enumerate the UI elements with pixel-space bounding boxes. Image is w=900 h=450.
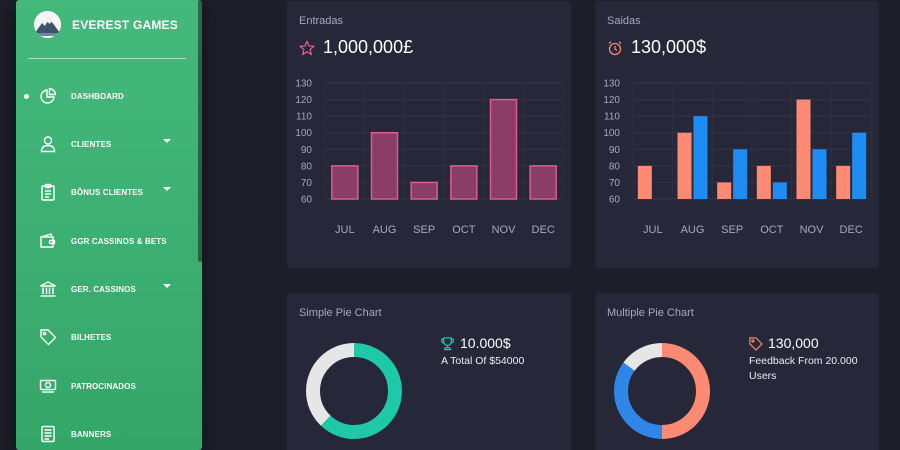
clipboard-icon	[38, 182, 58, 202]
bar	[410, 181, 438, 200]
entradas-card: Entradas 1,000,000£ 60 70 80 90 100 110 120 130…	[287, 1, 571, 268]
y-tick-label: 90	[301, 145, 313, 156]
simple-pie-value: 10.000$	[460, 335, 511, 351]
bar	[370, 131, 399, 200]
multiple-pie-value: 130,000	[768, 335, 819, 351]
y-tick-label: 120	[603, 95, 620, 106]
x-tick-label: JUL	[643, 224, 663, 236]
saidas-bar-chart: 60 70 80 90 100 110 120 130 JUL AUG SEP OCT NOV DEC	[603, 79, 872, 236]
bar	[733, 149, 748, 199]
bar	[637, 165, 652, 199]
chevron-down-icon[interactable]	[163, 187, 171, 191]
mountain-logo-icon	[34, 11, 61, 38]
brand[interactable]: EVEREST GAMES	[34, 11, 178, 38]
x-tick-label: AUG	[373, 224, 397, 236]
bar	[450, 165, 478, 200]
x-tick-label: DEC	[840, 224, 863, 236]
x-tick-label: DEC	[532, 224, 555, 236]
sidebar-item-bonus-clientes[interactable]: BÔNUS CLIENTES	[16, 172, 202, 212]
x-tick-label: SEP	[721, 224, 743, 236]
bar	[677, 132, 692, 199]
chevron-down-icon[interactable]	[163, 284, 171, 288]
sidebar-item-patrocinados[interactable]: PATROCINADOS	[16, 366, 202, 406]
bar	[796, 99, 811, 199]
multiple-pie-card: Multiple Pie Chart 130,000 Feedback From…	[595, 293, 879, 450]
entradas-bar-chart: 60 70 80 90 100 110 120 130 JUL AUG SEP OCT NOV DEC	[295, 79, 564, 236]
y-tick-label: 60	[609, 195, 621, 206]
y-tick-label: 90	[609, 145, 621, 156]
money-icon	[38, 376, 58, 396]
tag-icon	[38, 327, 58, 347]
active-indicator	[24, 93, 29, 99]
trophy-icon	[441, 336, 454, 350]
y-tick-label: 100	[603, 128, 620, 139]
pie-chart-icon	[38, 86, 58, 106]
x-tick-label: AUG	[681, 224, 705, 236]
simple-pie-stat: 10.000$	[440, 335, 511, 351]
multiple-pie-chart	[614, 343, 710, 439]
x-tick-label: SEP	[413, 224, 435, 236]
x-tick-label: NOV	[800, 224, 825, 236]
bar	[693, 116, 708, 199]
simple-pie-chart	[306, 343, 402, 439]
bar	[772, 182, 787, 199]
y-tick-label: 110	[604, 112, 620, 123]
saidas-card: Saidas 130,000$ 60 70 80 90 100 110 120 130 JUL A…	[595, 1, 879, 268]
multiple-pie-subtitle-2: Users	[749, 370, 777, 382]
bar	[331, 165, 359, 200]
tag-icon	[749, 336, 763, 351]
y-tick-label: 70	[301, 178, 313, 189]
x-tick-label: NOV	[492, 224, 517, 236]
sidebar-item-ger-cassinos[interactable]: GER. CASSINOS	[16, 269, 202, 309]
wallet-icon	[38, 231, 58, 251]
sidebar-item-dashboard[interactable]: DASHBOARD	[16, 76, 202, 116]
bar	[756, 165, 771, 199]
y-tick-label: 70	[609, 178, 621, 189]
sidebar-item-label: BILHETES	[71, 332, 112, 342]
document-icon	[38, 424, 58, 444]
bar	[812, 149, 827, 199]
y-tick-label: 110	[296, 112, 312, 123]
bar	[717, 182, 732, 199]
multiple-pie-subtitle: Feedback From 20.000	[749, 355, 858, 367]
y-tick-label: 120	[295, 95, 312, 106]
sidebar-item-label: DASHBOARD	[71, 91, 124, 101]
y-tick-label: 80	[609, 161, 621, 172]
bar	[529, 165, 557, 200]
sidebar-item-label: CLIENTES	[71, 139, 112, 149]
y-tick-label: 80	[301, 161, 313, 172]
bar	[852, 132, 867, 199]
y-tick-label: 130	[295, 79, 312, 90]
sidebar-item-bilhetes[interactable]: BILHETES	[16, 317, 202, 357]
y-tick-label: 100	[295, 128, 312, 139]
sidebar-item-label: PATROCINADOS	[71, 381, 136, 391]
sidebar-item-banners[interactable]: BANNERS	[16, 414, 202, 450]
y-tick-label: 60	[301, 195, 313, 206]
x-tick-label: OCT	[760, 224, 784, 236]
bar	[489, 98, 518, 200]
sidebar-item-label: GER. CASSINOS	[71, 284, 136, 294]
sidebar-item-ggr-cassinos-bets[interactable]: GGR CASSINOS & BETS	[16, 221, 202, 261]
brand-divider	[28, 58, 186, 59]
multiple-pie-stat: 130,000	[748, 335, 819, 351]
sidebar-item-label: BANNERS	[71, 429, 112, 439]
bank-icon	[38, 279, 58, 299]
sidebar-item-label: BÔNUS CLIENTES	[71, 187, 144, 197]
bar	[836, 165, 851, 199]
simple-pie-card: Simple Pie Chart 10.000$ A Total Of $540…	[287, 293, 571, 450]
x-tick-label: OCT	[452, 224, 476, 236]
user-icon	[38, 134, 58, 154]
sidebar: EVEREST GAMES DASHBOARD CLIENTES BÔNUS C…	[16, 0, 202, 450]
brand-name: EVEREST GAMES	[72, 17, 178, 32]
sidebar-item-clientes[interactable]: CLIENTES	[16, 124, 202, 164]
simple-pie-subtitle: A Total Of $54000	[441, 355, 525, 367]
y-tick-label: 130	[603, 79, 620, 90]
chevron-down-icon[interactable]	[163, 139, 171, 143]
sidebar-item-label: GGR CASSINOS & BETS	[71, 236, 167, 246]
x-tick-label: JUL	[335, 224, 355, 236]
